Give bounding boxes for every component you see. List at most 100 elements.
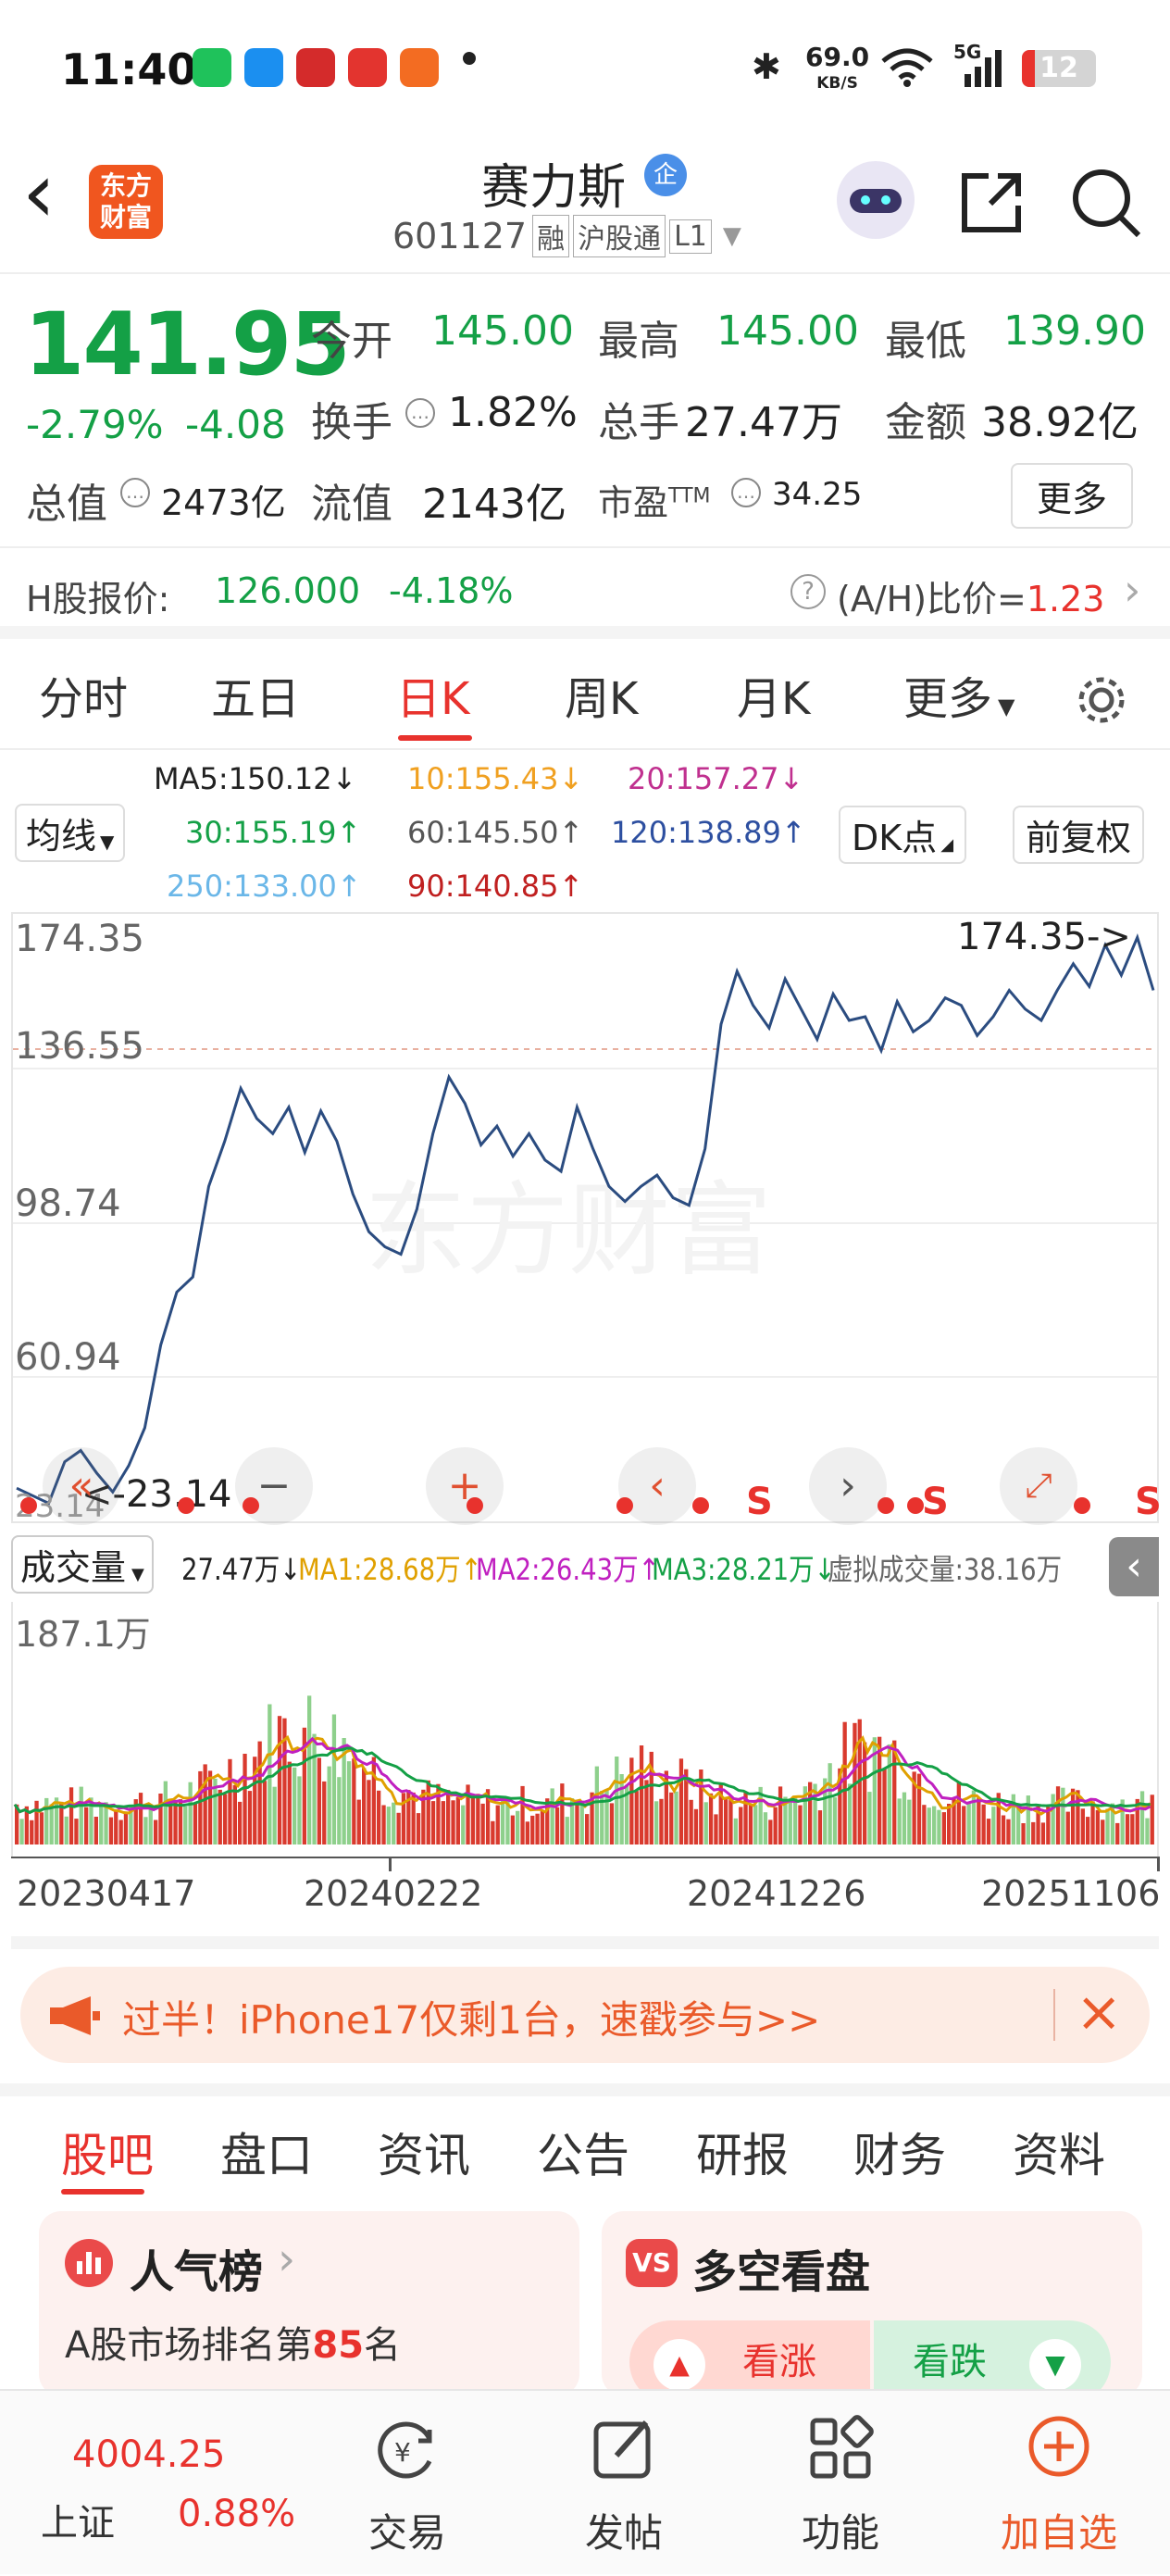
virtual-volume: 虚拟成交量:38.16万 <box>828 1552 1063 1587</box>
info-icon[interactable]: … <box>120 478 150 507</box>
volume-bar <box>247 1791 253 1844</box>
battery-icon: 12 <box>1022 50 1096 87</box>
volume-bar <box>362 1768 367 1844</box>
volume-bar <box>579 1802 584 1844</box>
volume-bar <box>317 1757 321 1844</box>
tab-weekly-k[interactable]: 周K <box>565 648 638 750</box>
stock-name: 赛力斯 <box>481 160 627 216</box>
volume-bar <box>644 1780 649 1844</box>
clock: 11:40 <box>61 44 197 94</box>
back-button[interactable]: ‹ <box>22 152 56 235</box>
index-ticker[interactable]: 4004.25 上证 0.88% <box>0 2391 315 2576</box>
fullscreen-icon[interactable]: ⤢ <box>1000 1447 1077 1525</box>
stock-code: 601127 <box>392 216 528 256</box>
chevron-down-icon[interactable]: ▼ <box>723 222 741 250</box>
tab-monthly-k[interactable]: 月K <box>737 648 810 750</box>
volume-bar <box>1040 1822 1046 1844</box>
tab-profile[interactable]: 资料 <box>1013 2119 1105 2185</box>
volume-bar <box>188 1782 193 1844</box>
volume-bar <box>93 1817 98 1844</box>
app-icon <box>348 48 387 87</box>
functions-button[interactable]: 功能 <box>748 2391 933 2576</box>
volume-bar <box>828 1763 832 1844</box>
volume-bar <box>748 1804 753 1844</box>
tab-five-day[interactable]: 五日 <box>211 648 300 750</box>
h-share-pct: -4.18% <box>389 570 514 611</box>
volume-bar <box>600 1791 604 1844</box>
margin-tag: 融 <box>532 215 570 257</box>
help-icon[interactable]: ? <box>790 574 826 609</box>
trade-button[interactable]: ¥ 交易 <box>315 2391 500 2576</box>
buy-signal-dot <box>467 1497 483 1514</box>
tab-order-book[interactable]: 盘口 <box>220 2119 313 2185</box>
volume-bar <box>44 1797 49 1844</box>
volume-chart[interactable]: 187.1万 <box>11 1602 1159 1857</box>
close-icon[interactable]: × <box>1076 1980 1122 2045</box>
volume-selector[interactable]: 成交量 ▼ <box>11 1535 154 1594</box>
volume-bar <box>322 1781 327 1844</box>
ma-selector[interactable]: 均线 ▼ <box>15 804 126 862</box>
volume-bar <box>183 1806 188 1844</box>
robot-assistant-icon[interactable] <box>837 161 915 239</box>
volume-bar <box>977 1797 981 1844</box>
tab-research[interactable]: 研报 <box>696 2119 789 2185</box>
tab-intraday[interactable]: 分时 <box>39 648 128 750</box>
volume-bar <box>138 1793 143 1844</box>
popularity-card[interactable]: 人气榜 › A股市场排名第85名 <box>39 2211 579 2396</box>
volume-bar <box>386 1807 391 1844</box>
volume-bar <box>203 1764 207 1844</box>
tab-news[interactable]: 资讯 <box>378 2119 470 2185</box>
last-price: 141.95 <box>24 294 351 395</box>
pe-label: 市盈TTM <box>598 482 711 523</box>
tab-forum[interactable]: 股吧 <box>61 2119 154 2185</box>
float-label: 流值 <box>311 481 392 528</box>
promo-banner[interactable]: 过半！iPhone17仅剩1台，速戳参与>> × <box>20 1967 1150 2063</box>
zoom-out-button[interactable]: − <box>235 1447 313 1525</box>
volume-bar <box>1055 1786 1061 1844</box>
volume-bar <box>243 1754 247 1844</box>
tab-more[interactable]: 更多 ▼ <box>903 648 1014 750</box>
volume-bar <box>1001 1815 1006 1844</box>
info-icon[interactable]: … <box>731 478 761 507</box>
search-icon[interactable] <box>1070 167 1144 241</box>
volume-bar <box>981 1804 986 1844</box>
h-share-row[interactable]: H股报价: 126.000 -4.18% ? (A/H)比价=1.23 › <box>0 546 1170 639</box>
previous-button[interactable]: ‹ <box>618 1447 696 1525</box>
volume-bar <box>674 1791 678 1844</box>
tab-financials[interactable]: 财务 <box>853 2119 946 2185</box>
collapse-panel-button[interactable]: ‹ <box>1109 1537 1159 1596</box>
dk-point-button[interactable]: DK点 ◢ <box>839 806 967 864</box>
ma90-value: 90:140.85↑ <box>407 869 584 904</box>
chevron-right-icon[interactable]: › <box>1124 565 1140 615</box>
more-button[interactable]: 更多 <box>1011 463 1134 529</box>
volume-bar <box>554 1807 560 1844</box>
rewind-button[interactable]: « <box>43 1447 120 1525</box>
volume-bar <box>491 1820 495 1844</box>
volume-bar <box>693 1808 699 1844</box>
chart-period-tabs: 分时 五日 日K 周K 月K 更多 ▼ <box>0 648 1170 750</box>
y-tick: 60.94 <box>15 1336 121 1379</box>
tab-announcements[interactable]: 公告 <box>537 2119 629 2185</box>
bank-icon <box>296 48 335 87</box>
eastmoney-logo[interactable]: 东方 财富 <box>89 165 163 239</box>
buy-signal-dot <box>878 1497 894 1514</box>
volume-bar <box>470 1797 476 1844</box>
settings-gear-icon[interactable] <box>1072 670 1131 730</box>
volume-bar <box>396 1812 401 1844</box>
volume-bar <box>1130 1814 1135 1844</box>
bull-bear-card[interactable]: VS 多空看盘 ▲ 看涨 看跌 ▼ <box>602 2211 1142 2404</box>
info-icon[interactable]: … <box>405 398 435 428</box>
wechat-icon <box>193 48 231 87</box>
share-icon[interactable] <box>957 169 1026 237</box>
volume-bar <box>1145 1818 1150 1844</box>
next-button[interactable]: › <box>809 1447 887 1525</box>
volume-ma2: MA2:26.43万↑ <box>476 1552 660 1587</box>
volume-bar <box>927 1807 931 1844</box>
volume-bar <box>1090 1801 1095 1844</box>
zoom-in-button[interactable]: + <box>426 1447 504 1525</box>
price-chart[interactable]: 东方财富 174.35 136.55 98.74 60.94 23.14 174… <box>11 912 1162 1525</box>
add-favorite-button[interactable]: 加自选 <box>966 2391 1151 2576</box>
post-button[interactable]: 发帖 <box>531 2391 716 2576</box>
adjust-button[interactable]: 前复权 <box>1013 806 1145 864</box>
volume-legend: 成交量 ▼ 27.47万↓ MA1:28.68万↑ MA2:26.43万↑ MA3… <box>0 1528 1170 1602</box>
